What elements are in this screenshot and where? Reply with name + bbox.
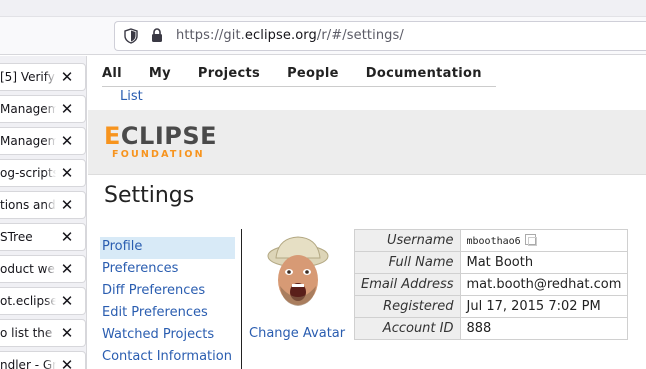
browser-tab[interactable]: Management ✕ (0, 127, 86, 155)
tab-label: ndler - Gr (0, 358, 56, 369)
email-label: Email Address (354, 273, 461, 296)
eclipse-logo[interactable]: ECLIPSE FOUNDATION (104, 124, 217, 162)
nav-projects[interactable]: Projects (198, 66, 260, 86)
username-value: mboothao6 (459, 229, 629, 252)
username-label: Username (354, 229, 461, 252)
tab-label: STree (0, 230, 33, 244)
avatar (258, 234, 338, 314)
close-icon[interactable]: ✕ (59, 260, 75, 278)
username-text: mboothao6 (466, 236, 521, 247)
tab-label: Management (0, 102, 56, 116)
nav-divider (102, 86, 496, 87)
close-icon[interactable]: ✕ (59, 196, 75, 214)
shield-icon[interactable] (123, 28, 139, 44)
tab-label: tions and Re (0, 198, 56, 212)
registered-label: Registered (354, 295, 461, 318)
browser-tab[interactable]: ndler - Gr ✕ (0, 351, 86, 369)
tab-strip: [5] Verify p ✕ Management ✕ Management ✕… (0, 56, 87, 369)
menu-contact-information[interactable]: Contact Information (100, 347, 235, 369)
page-title: Settings (104, 183, 195, 208)
gerrit-page: All My Projects People Documentation Lis… (88, 56, 646, 369)
close-icon[interactable]: ✕ (59, 228, 75, 246)
email-value: mat.booth@redhat.com (459, 273, 629, 296)
browser-tab[interactable]: o list the ✕ (0, 319, 86, 347)
browser-tab[interactable]: og-scripts ✕ (0, 159, 86, 187)
logo-subtitle: FOUNDATION (112, 149, 205, 160)
fullname-value: Mat Booth (459, 251, 629, 274)
tab-label: o list the (0, 326, 53, 340)
browser-titlebar (0, 0, 646, 17)
table-row: Username mboothao6 (354, 229, 629, 252)
change-avatar-link[interactable]: Change Avatar (249, 326, 345, 341)
tab-label: ot.eclipse.o (0, 294, 56, 308)
close-icon[interactable]: ✕ (59, 292, 75, 310)
browser-tab[interactable]: STree ✕ (0, 223, 86, 251)
address-bar[interactable]: https://git.eclipse.org/r/#/settings/ (114, 21, 646, 51)
browser-tab[interactable]: oduct webp ✕ (0, 255, 86, 283)
table-row: Account ID 888 (354, 317, 629, 340)
url-text[interactable]: https://git.eclipse.org/r/#/settings/ (176, 28, 404, 43)
table-row: Registered Jul 17, 2015 7:02 PM (354, 295, 629, 318)
accountid-value: 888 (459, 317, 629, 340)
profile-table: Username mboothao6 Full Name Mat Booth E… (354, 229, 629, 340)
close-icon[interactable]: ✕ (59, 324, 75, 342)
lock-icon[interactable] (149, 28, 165, 44)
copy-icon[interactable] (524, 234, 537, 246)
accountid-label: Account ID (354, 317, 461, 340)
table-row: Full Name Mat Booth (354, 251, 629, 274)
tab-label: [5] Verify p (0, 70, 56, 84)
header-banner: ECLIPSE FOUNDATION (88, 110, 646, 175)
tab-label: og-scripts (0, 166, 56, 180)
top-nav: All My Projects People Documentation (102, 66, 509, 86)
menu-edit-preferences[interactable]: Edit Preferences (100, 303, 235, 325)
browser-tab[interactable]: tions and Re ✕ (0, 191, 86, 219)
browser-tab[interactable]: Management ✕ (0, 95, 86, 123)
browser-toolbar: https://git.eclipse.org/r/#/settings/ (0, 17, 646, 55)
logo-letter: E (104, 122, 121, 150)
fullname-label: Full Name (354, 251, 461, 274)
close-icon[interactable]: ✕ (59, 356, 75, 369)
close-icon[interactable]: ✕ (59, 164, 75, 182)
menu-watched-projects[interactable]: Watched Projects (100, 325, 235, 347)
nav-documentation[interactable]: Documentation (366, 66, 482, 86)
close-icon[interactable]: ✕ (59, 132, 75, 150)
logo-word: CLIPSE (120, 122, 218, 150)
browser-tab[interactable]: [5] Verify p ✕ (0, 63, 86, 91)
tab-label: Management (0, 134, 56, 148)
close-icon[interactable]: ✕ (59, 100, 75, 118)
menu-profile[interactable]: Profile (100, 237, 235, 259)
table-row: Email Address mat.booth@redhat.com (354, 273, 629, 296)
browser-tab[interactable]: ot.eclipse.o ✕ (0, 287, 86, 315)
nav-my[interactable]: My (149, 66, 171, 86)
menu-preferences[interactable]: Preferences (100, 259, 235, 281)
settings-menu: Profile Preferences Diff Preferences Edi… (100, 237, 235, 369)
registered-value: Jul 17, 2015 7:02 PM (459, 295, 629, 318)
nav-people[interactable]: People (287, 66, 339, 86)
tab-label: oduct webp (0, 262, 56, 276)
nav-all[interactable]: All (102, 66, 122, 86)
menu-divider (241, 229, 242, 369)
close-icon[interactable]: ✕ (59, 68, 75, 86)
menu-diff-preferences[interactable]: Diff Preferences (100, 281, 235, 303)
subnav-list[interactable]: List (120, 89, 143, 104)
